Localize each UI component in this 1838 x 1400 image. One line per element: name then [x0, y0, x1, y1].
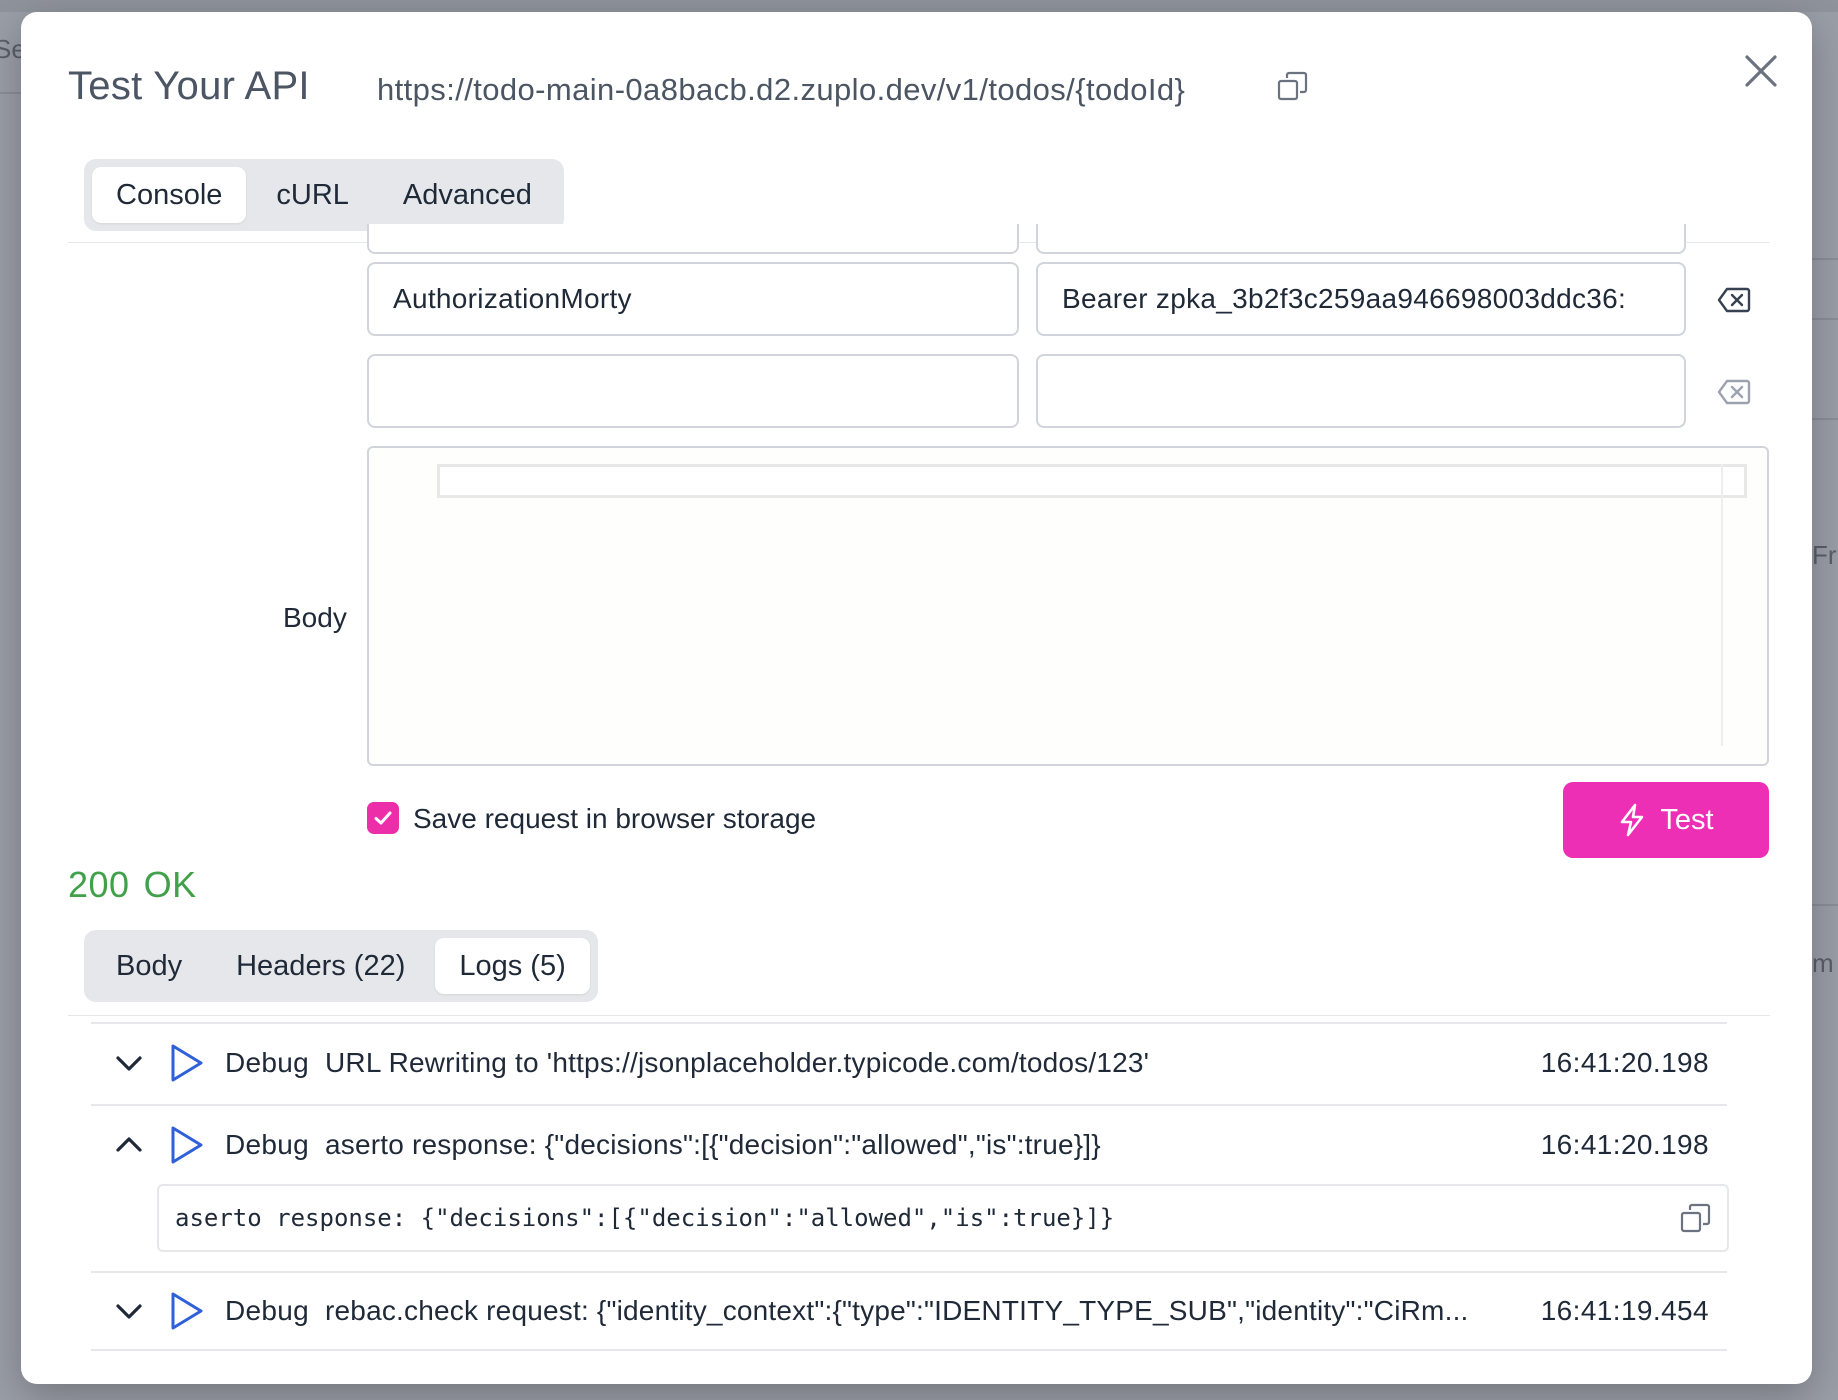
response-status: 200 OK — [68, 864, 197, 906]
play-icon — [171, 1044, 203, 1082]
copy-icon[interactable] — [1679, 1202, 1713, 1236]
section-divider — [68, 1015, 1770, 1016]
save-request-checkbox[interactable] — [367, 802, 399, 834]
chevron-down-icon[interactable] — [113, 1047, 145, 1079]
chevron-up-icon[interactable] — [113, 1129, 145, 1161]
check-icon — [374, 811, 392, 825]
editor-scrollbar[interactable] — [1721, 464, 1723, 746]
test-api-modal: Test Your API https://todo-main-0a8bacb.… — [21, 12, 1812, 1384]
header-value-input[interactable]: Bearer zpka_3b2f3c259aa946698003ddc36: — [1036, 262, 1686, 336]
response-tabs: Body Headers (22) Logs (5) — [84, 930, 598, 1002]
test-button[interactable]: Test — [1563, 782, 1769, 858]
tab-response-logs[interactable]: Logs (5) — [435, 938, 590, 994]
tab-response-headers[interactable]: Headers (22) — [212, 938, 429, 994]
background-divider — [1812, 318, 1838, 320]
log-time: 16:41:19.454 — [1540, 1295, 1709, 1326]
lightning-icon — [1621, 803, 1644, 837]
background-text-fragment: m — [1812, 948, 1834, 978]
play-icon — [171, 1292, 203, 1330]
background-divider — [0, 92, 21, 94]
endpoint-url: https://todo-main-0a8bacb.d2.zuplo.dev/v… — [377, 72, 1186, 107]
body-label: Body — [283, 602, 347, 633]
close-icon[interactable] — [1739, 49, 1783, 93]
tab-curl[interactable]: cURL — [252, 167, 373, 223]
log-detail-text: aserto response: {"decisions":[{"decisio… — [175, 1204, 1115, 1232]
header-value-input[interactable] — [1036, 354, 1686, 428]
log-entry[interactable]: Debug aserto response: {"decisions":[{"d… — [91, 1104, 1727, 1184]
log-message: rebac.check request: {"identity_context"… — [325, 1295, 1469, 1326]
save-request-label: Save request in browser storage — [413, 803, 817, 834]
header-name-input[interactable]: AuthorizationMorty — [367, 262, 1019, 336]
log-entry[interactable]: Debug rebac.check request: {"identity_co… — [91, 1271, 1727, 1351]
status-code: 200 — [68, 864, 130, 905]
test-button-label: Test — [1660, 803, 1714, 836]
log-time: 16:41:20.198 — [1540, 1129, 1709, 1160]
request-tabs: Console cURL Advanced — [84, 159, 564, 231]
modal-title: Test Your API — [68, 64, 310, 108]
copy-url-icon[interactable] — [1276, 70, 1310, 104]
status-text: OK — [143, 864, 197, 905]
background-divider — [1812, 904, 1838, 906]
log-level: Debug — [225, 1295, 310, 1326]
tab-console[interactable]: Console — [92, 167, 247, 223]
tab-advanced[interactable]: Advanced — [379, 167, 556, 223]
editor-active-line — [437, 464, 1747, 498]
body-editor[interactable] — [367, 446, 1769, 766]
log-level: Debug — [225, 1129, 310, 1160]
log-level: Debug — [225, 1047, 310, 1078]
tab-response-body[interactable]: Body — [92, 938, 206, 994]
log-message: URL Rewriting to 'https://jsonplaceholde… — [325, 1047, 1150, 1078]
header-value-input-scrolled[interactable] — [1036, 224, 1686, 254]
background-divider — [1812, 418, 1838, 420]
log-time: 16:41:20.198 — [1540, 1047, 1709, 1078]
log-detail: aserto response: {"decisions":[{"decisio… — [157, 1184, 1729, 1252]
header-name-input-scrolled[interactable] — [367, 224, 1019, 254]
log-entry[interactable]: Debug URL Rewriting to 'https://jsonplac… — [91, 1022, 1727, 1102]
background-top-strip — [0, 0, 1838, 12]
log-message: aserto response: {"decisions":[{"decisio… — [325, 1129, 1101, 1160]
background-divider — [1812, 258, 1838, 260]
header-name-input[interactable] — [367, 354, 1019, 428]
play-icon — [171, 1126, 203, 1164]
chevron-down-icon[interactable] — [113, 1295, 145, 1327]
background-text-fragment: Fr — [1812, 540, 1837, 570]
delete-header-icon[interactable] — [1717, 378, 1751, 406]
delete-header-icon[interactable] — [1717, 286, 1751, 314]
